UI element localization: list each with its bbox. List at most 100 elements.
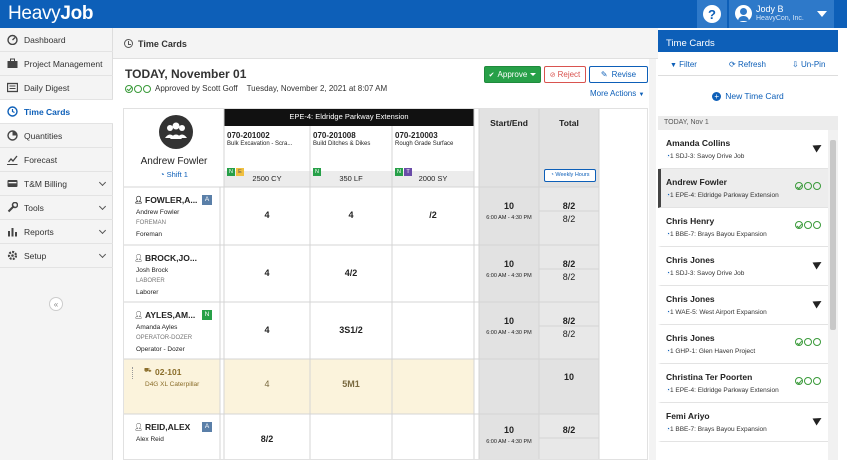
time-card-item[interactable]: Amanda Collins ◔1 SDJ-3: Savoy Drive Job [658, 130, 828, 169]
chevron-down-icon [98, 202, 107, 211]
paper-plane-icon [812, 411, 824, 429]
card-job: ◔1 WAE-5: West Airport Expansion [666, 309, 767, 316]
employee-id[interactable]: AYLES,AM... [145, 310, 195, 320]
cost-code-header[interactable]: 070-201008 Build Ditches & Dikes N [313, 131, 391, 178]
sidebar-item-label: Quantities [24, 130, 63, 141]
approval-status-icon [795, 333, 822, 351]
cost-code-header[interactable]: 070-201002 Bulk Excavation - Scra... NE [227, 131, 309, 178]
sidebar-item-setup[interactable]: Setup [0, 244, 113, 268]
new-time-card-button[interactable]: + New Time Card [658, 76, 838, 116]
breadcrumb: Time Cards [113, 28, 658, 59]
refresh-button[interactable]: ⟳ Refresh [729, 60, 766, 69]
top-bar: HeavyJob ? Jody B HeavyCon, Inc. [0, 0, 847, 28]
sidebar-item-forecast[interactable]: Forecast [0, 148, 113, 172]
card-job: ◔1 SDJ-3: Savoy Drive Job [666, 153, 744, 160]
time-card-item[interactable]: Chris Jones ◔1 SDJ-3: Savoy Drive Job [658, 247, 828, 286]
hours-cell[interactable]: 3S1/2 [310, 325, 392, 335]
time-card-item[interactable]: Chris Jones ◔1 WAE-5: West Airport Expan… [658, 286, 828, 325]
app-logo[interactable]: HeavyJob [8, 3, 94, 25]
more-actions-menu[interactable]: More Actions ▼ [590, 89, 644, 98]
weekly-hours-label: Weekly Hours [555, 172, 590, 178]
card-job: ◔1 GHP-1: Glen Haven Project [666, 348, 755, 355]
employee-role: FOREMAN [136, 220, 166, 226]
hours-cell[interactable]: 4 [224, 268, 310, 278]
collapse-sidebar-button[interactable]: « [49, 297, 63, 311]
employee-id[interactable]: FOWLER,A... [145, 195, 197, 205]
clock-icon [124, 39, 133, 48]
help-button[interactable]: ? [697, 0, 727, 28]
sidebar-item-label: Tools [24, 202, 44, 213]
time-card-grid: Andrew Fowler ◔ Shift 1 EPE-4: Eldridge … [123, 108, 648, 460]
time-card-item[interactable]: Andrew Fowler ◔1 EPE-4: Eldridge Parkway… [658, 169, 828, 208]
cost-code-header[interactable]: 070-210003 Rough Grade Surface NT [395, 131, 473, 178]
card-job-label: EPE-4: Eldridge Parkway Extension [675, 387, 779, 394]
unpin-button[interactable]: ⇩ Un-Pin [792, 60, 825, 69]
time-card-item[interactable]: Chris Jones ◔1 GHP-1: Glen Haven Project [658, 325, 828, 364]
sidebar-item-tm-billing[interactable]: T&M Billing [0, 172, 113, 196]
panel-scrollbar-thumb[interactable] [830, 140, 836, 330]
crew-avatar-icon [159, 115, 193, 149]
person-icon: 👤︎ [134, 197, 143, 204]
card-job-label: WAE-5: West Airport Expansion [675, 309, 767, 316]
wrench-icon [7, 202, 18, 213]
more-actions-label: More Actions [590, 89, 637, 98]
total-hours: 8/2 [562, 201, 576, 211]
card-name: Andrew Fowler [666, 177, 727, 187]
user-menu[interactable]: Jody B HeavyCon, Inc. [729, 0, 834, 28]
filter-button[interactable]: ▼ Filter [670, 60, 697, 69]
total-hours-sub: 8/2 [562, 214, 576, 224]
card-name: Femi Ariyo [666, 411, 710, 421]
revise-button[interactable]: ✎ Revise [589, 66, 648, 83]
start-end-hours[interactable]: 10 [479, 259, 539, 269]
card-job: ◔1 EPE-4: Eldridge Parkway Extension [666, 192, 779, 199]
hours-cell[interactable]: 8/2 [224, 434, 310, 444]
cost-code-desc: Rough Grade Surface [395, 141, 454, 147]
caret-down-icon: ▼ [638, 92, 645, 98]
ban-icon: ⊘ [549, 71, 556, 79]
time-card-item[interactable]: Femi Ariyo ◔1 BBE-7: Brays Bayou Expansi… [658, 403, 828, 442]
employee-id[interactable]: REID,ALEX [145, 422, 190, 432]
pie-chart-icon [7, 130, 18, 141]
card-job-label: SDJ-3: Savoy Drive Job [675, 153, 745, 160]
sidebar-item-dashboard[interactable]: Dashboard [0, 28, 113, 52]
hours-cell[interactable]: /2 [392, 210, 474, 220]
hours-cell[interactable]: 4/2 [310, 268, 392, 278]
card-job-label: BBE-7: Brays Bayou Expansion [675, 426, 767, 433]
main-scrollbar[interactable] [649, 59, 656, 460]
line-chart-icon [7, 154, 18, 165]
weekly-hours-button[interactable]: ◔ Weekly Hours [544, 169, 596, 182]
check-circle-icon [125, 84, 133, 93]
time-card-item[interactable]: Chris Henry ◔1 BBE-7: Brays Bayou Expans… [658, 208, 828, 247]
employee-trade: Laborer [136, 289, 159, 296]
start-end-hours[interactable]: 10 [479, 201, 539, 211]
refresh-icon: ⟳ [729, 60, 736, 69]
card-job-label: BBE-7: Brays Bayou Expansion [675, 231, 767, 238]
sidebar-item-tools[interactable]: Tools [0, 196, 113, 220]
employee-id[interactable]: BROCK,JO... [145, 253, 197, 263]
hours-cell[interactable]: 4 [310, 210, 392, 220]
approve-button[interactable]: ✔ Approve [484, 66, 541, 83]
approval-status-icon [795, 177, 822, 195]
paper-plane-icon [812, 138, 824, 156]
sidebar-item-project-management[interactable]: Project Management [0, 52, 113, 76]
sidebar-item-quantities[interactable]: Quantities [0, 124, 113, 148]
time-card-item[interactable]: Christina Ter Poorten ◔1 EPE-4: Eldridge… [658, 364, 828, 403]
shift-selector[interactable]: ◔ Shift 1 [124, 170, 224, 179]
reject-button[interactable]: ⊘ Reject [544, 66, 586, 83]
start-end-hours[interactable]: 10 [479, 316, 539, 326]
start-end-hours[interactable]: 10 [479, 425, 539, 435]
employee-type-badge: A [202, 422, 212, 432]
employee-name: Amanda Ayles [136, 324, 178, 331]
hours-cell[interactable]: 4 [224, 325, 310, 335]
plus-icon: + [712, 91, 722, 101]
chevron-down-icon [98, 178, 107, 187]
sidebar-item-time-cards[interactable]: Time Cards [0, 100, 113, 124]
filter-icon: ▼ [670, 62, 677, 69]
sidebar-item-daily-digest[interactable]: Daily Digest [0, 76, 113, 100]
sidebar-item-reports[interactable]: Reports [0, 220, 113, 244]
equipment-hours-cell[interactable]: 5M1 [310, 379, 392, 389]
hours-cell[interactable]: 4 [224, 210, 310, 220]
equipment-hours-cell[interactable]: 4 [224, 379, 310, 389]
employee-trade: Operator - Dozer [136, 346, 185, 353]
equipment-id[interactable]: 02-101 [155, 367, 181, 377]
